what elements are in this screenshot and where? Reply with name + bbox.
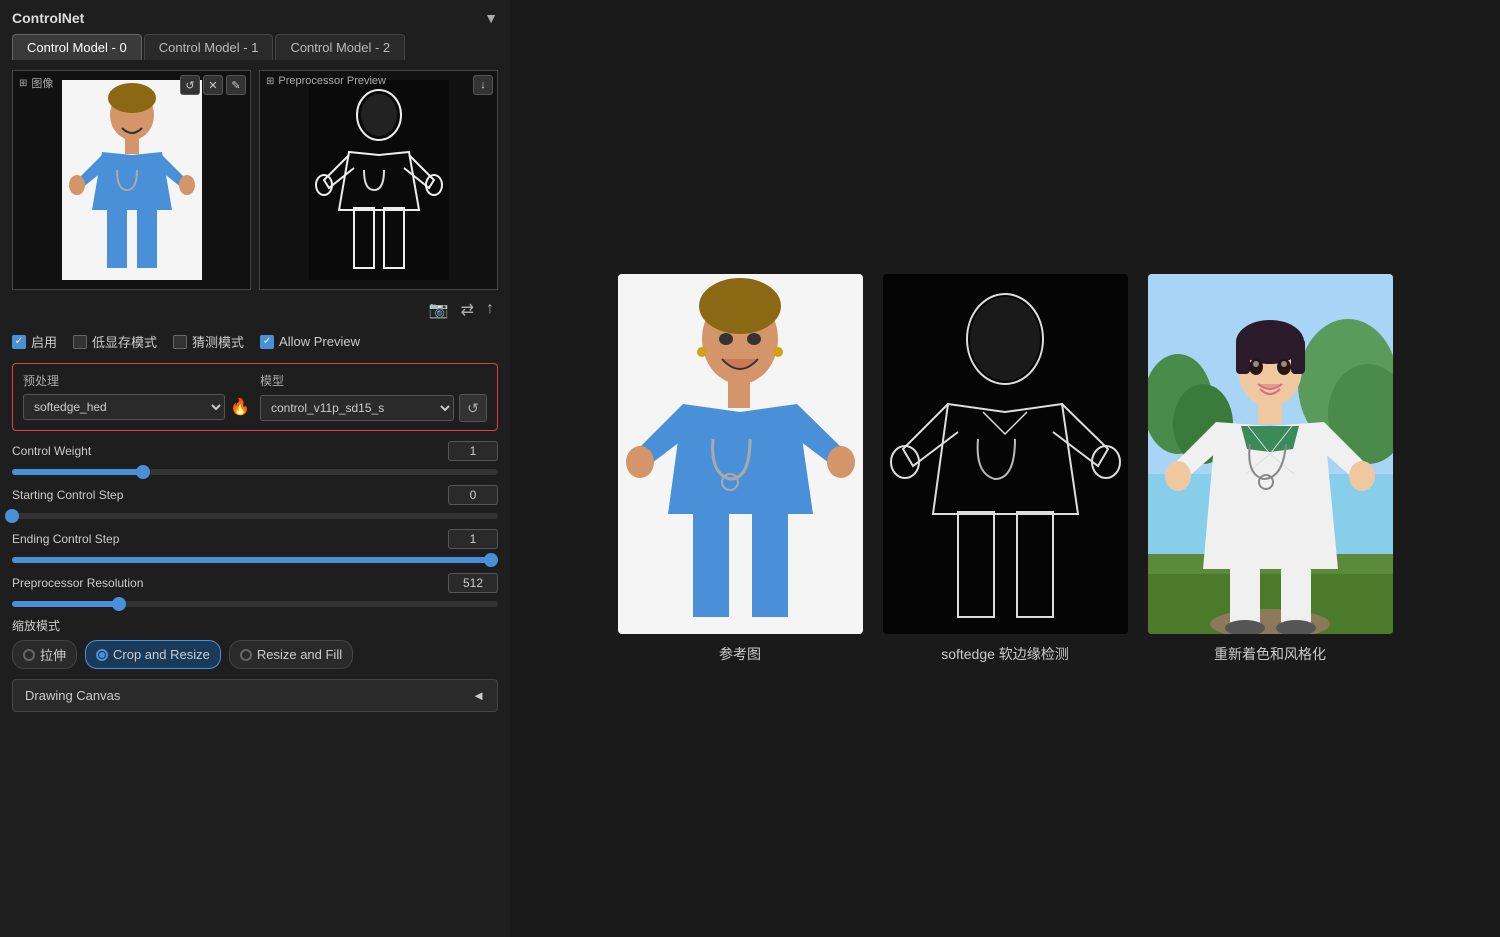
- starting-step-thumb: [5, 509, 19, 523]
- preproc-res-thumb: [112, 597, 126, 611]
- ending-step-thumb: [484, 553, 498, 567]
- source-image-box[interactable]: ⊞ 图像 ↺ ✕ ✎: [12, 70, 251, 290]
- refresh-btn[interactable]: ↺: [180, 75, 200, 95]
- result-label-0: 参考图: [719, 644, 761, 664]
- preprocessor-preview-label: ⊞ Preprocessor Preview: [266, 75, 386, 87]
- tab-control-model-1[interactable]: Control Model - 1: [144, 34, 274, 60]
- results-grid: 参考图: [540, 274, 1470, 664]
- panel-title: ControlNet: [12, 10, 84, 26]
- control-weight-track: [12, 469, 498, 475]
- resize-fill-dot: [240, 649, 252, 661]
- drawing-canvas-arrow: ◄: [472, 688, 485, 703]
- result-item-0: 参考图: [618, 274, 863, 664]
- control-weight-container: Control Weight 1: [12, 441, 498, 475]
- starting-step-track: [12, 513, 498, 519]
- stretch-dot: [23, 649, 35, 661]
- preprocessor-model-section: 预处理 softedge_hed 🔥 模型 control_v11p_sd15_…: [12, 363, 498, 431]
- enable-checkbox[interactable]: 启用: [12, 332, 57, 351]
- pm-row: 预处理 softedge_hed 🔥 模型 control_v11p_sd15_…: [23, 372, 487, 422]
- fire-icon: 🔥: [230, 397, 250, 417]
- preprocessor-col: 预处理 softedge_hed 🔥: [23, 372, 250, 420]
- zoom-mode-label: 缩放模式: [12, 617, 498, 634]
- model-select-row: control_v11p_sd15_s ↺: [260, 394, 487, 422]
- swap-icon[interactable]: ⇄: [461, 300, 474, 320]
- resize-fill-radio[interactable]: Resize and Fill: [229, 640, 353, 669]
- close-btn[interactable]: ✕: [203, 75, 223, 95]
- result-photo-svg: [618, 274, 863, 634]
- tab-bar: Control Model - 0 Control Model - 1 Cont…: [12, 34, 498, 60]
- zoom-mode-radio-group: 拉伸 Crop and Resize Resize and Fill: [12, 640, 498, 669]
- result-sketch-svg: [883, 274, 1128, 634]
- edit-btn[interactable]: ✎: [226, 75, 246, 95]
- starting-step-container: Starting Control Step 0: [12, 485, 498, 519]
- tab-control-model-2[interactable]: Control Model - 2: [275, 34, 405, 60]
- checkbox-row: 启用 低显存模式 猜测模式 Allow Preview: [12, 332, 498, 351]
- panel-header: ControlNet ▼: [12, 10, 498, 26]
- low-vram-checkbox[interactable]: 低显存模式: [73, 332, 157, 351]
- ending-step-row: Ending Control Step 1: [12, 529, 498, 549]
- crop-resize-dot: [96, 649, 108, 661]
- preprocessor-preview-box[interactable]: ⊞ Preprocessor Preview ↓: [259, 70, 498, 290]
- result-item-2: 重新着色和风格化: [1148, 274, 1393, 664]
- crop-resize-radio[interactable]: Crop and Resize: [85, 640, 221, 669]
- control-weight-fill: [12, 469, 143, 475]
- ending-step-fill: [12, 557, 498, 563]
- image-row: ⊞ 图像 ↺ ✕ ✎: [12, 70, 498, 290]
- control-weight-thumb: [136, 465, 150, 479]
- control-weight-value: 1: [448, 441, 498, 461]
- ending-step-track: [12, 557, 498, 563]
- ending-step-container: Ending Control Step 1: [12, 529, 498, 563]
- zoom-mode-section: 缩放模式 拉伸 Crop and Resize Resize and Fill: [12, 617, 498, 669]
- control-weight-label: Control Weight: [12, 444, 132, 458]
- drawing-canvas-label: Drawing Canvas: [25, 688, 120, 703]
- nurse-photo-svg: [62, 80, 202, 280]
- result-label-2: 重新着色和风格化: [1214, 644, 1326, 664]
- model-refresh-btn[interactable]: ↺: [459, 394, 487, 422]
- tab-control-model-0[interactable]: Control Model - 0: [12, 34, 142, 60]
- camera-icon[interactable]: 📷: [429, 300, 449, 320]
- preprocessor-label: 预处理: [23, 372, 250, 389]
- drawing-canvas-row[interactable]: Drawing Canvas ◄: [12, 679, 498, 712]
- result-label-1: softedge 软边缘检测: [941, 644, 1069, 664]
- control-weight-row: Control Weight 1: [12, 441, 498, 461]
- preprocessor-select[interactable]: softedge_hed: [23, 394, 225, 420]
- source-image-controls: ↺ ✕ ✎: [180, 75, 246, 95]
- guess-mode-checkbox[interactable]: 猜测模式: [173, 332, 244, 351]
- low-vram-cb-indicator: [73, 335, 87, 349]
- left-panel: ControlNet ▼ Control Model - 0 Control M…: [0, 0, 510, 937]
- preproc-res-fill: [12, 601, 119, 607]
- result-anime-svg: [1148, 274, 1393, 634]
- starting-step-row: Starting Control Step 0: [12, 485, 498, 505]
- preproc-res-row: Preprocessor Resolution 512: [12, 573, 498, 593]
- model-label: 模型: [260, 372, 487, 389]
- preprocessor-select-row: softedge_hed 🔥: [23, 394, 250, 420]
- result-photo-box: [618, 274, 863, 634]
- preprocessor-controls: ↓: [473, 75, 493, 95]
- preproc-res-container: Preprocessor Resolution 512: [12, 573, 498, 607]
- model-select[interactable]: control_v11p_sd15_s: [260, 395, 454, 421]
- ending-step-value: 1: [448, 529, 498, 549]
- ending-step-label: Ending Control Step: [12, 532, 132, 546]
- collapse-arrow[interactable]: ▼: [484, 10, 498, 26]
- stretch-radio[interactable]: 拉伸: [12, 640, 77, 669]
- model-col: 模型 control_v11p_sd15_s ↺: [260, 372, 487, 422]
- allow-preview-cb-indicator: [260, 335, 274, 349]
- icon-row: 📷 ⇄ ↑: [12, 300, 498, 320]
- preproc-res-track: [12, 601, 498, 607]
- enable-cb-indicator: [12, 335, 26, 349]
- guess-mode-cb-indicator: [173, 335, 187, 349]
- starting-step-label: Starting Control Step: [12, 488, 132, 502]
- upload-icon[interactable]: ↑: [486, 300, 494, 320]
- download-btn[interactable]: ↓: [473, 75, 493, 95]
- source-image-label: ⊞ 图像: [19, 75, 53, 91]
- preproc-res-value: 512: [448, 573, 498, 593]
- result-sketch-box: [883, 274, 1128, 634]
- right-panel: 参考图: [510, 0, 1500, 937]
- result-anime-box: [1148, 274, 1393, 634]
- allow-preview-checkbox[interactable]: Allow Preview: [260, 334, 360, 349]
- starting-step-value: 0: [448, 485, 498, 505]
- preproc-res-label: Preprocessor Resolution: [12, 576, 143, 590]
- result-item-1: softedge 软边缘检测: [883, 274, 1128, 664]
- sketch-preview-svg: [309, 80, 449, 280]
